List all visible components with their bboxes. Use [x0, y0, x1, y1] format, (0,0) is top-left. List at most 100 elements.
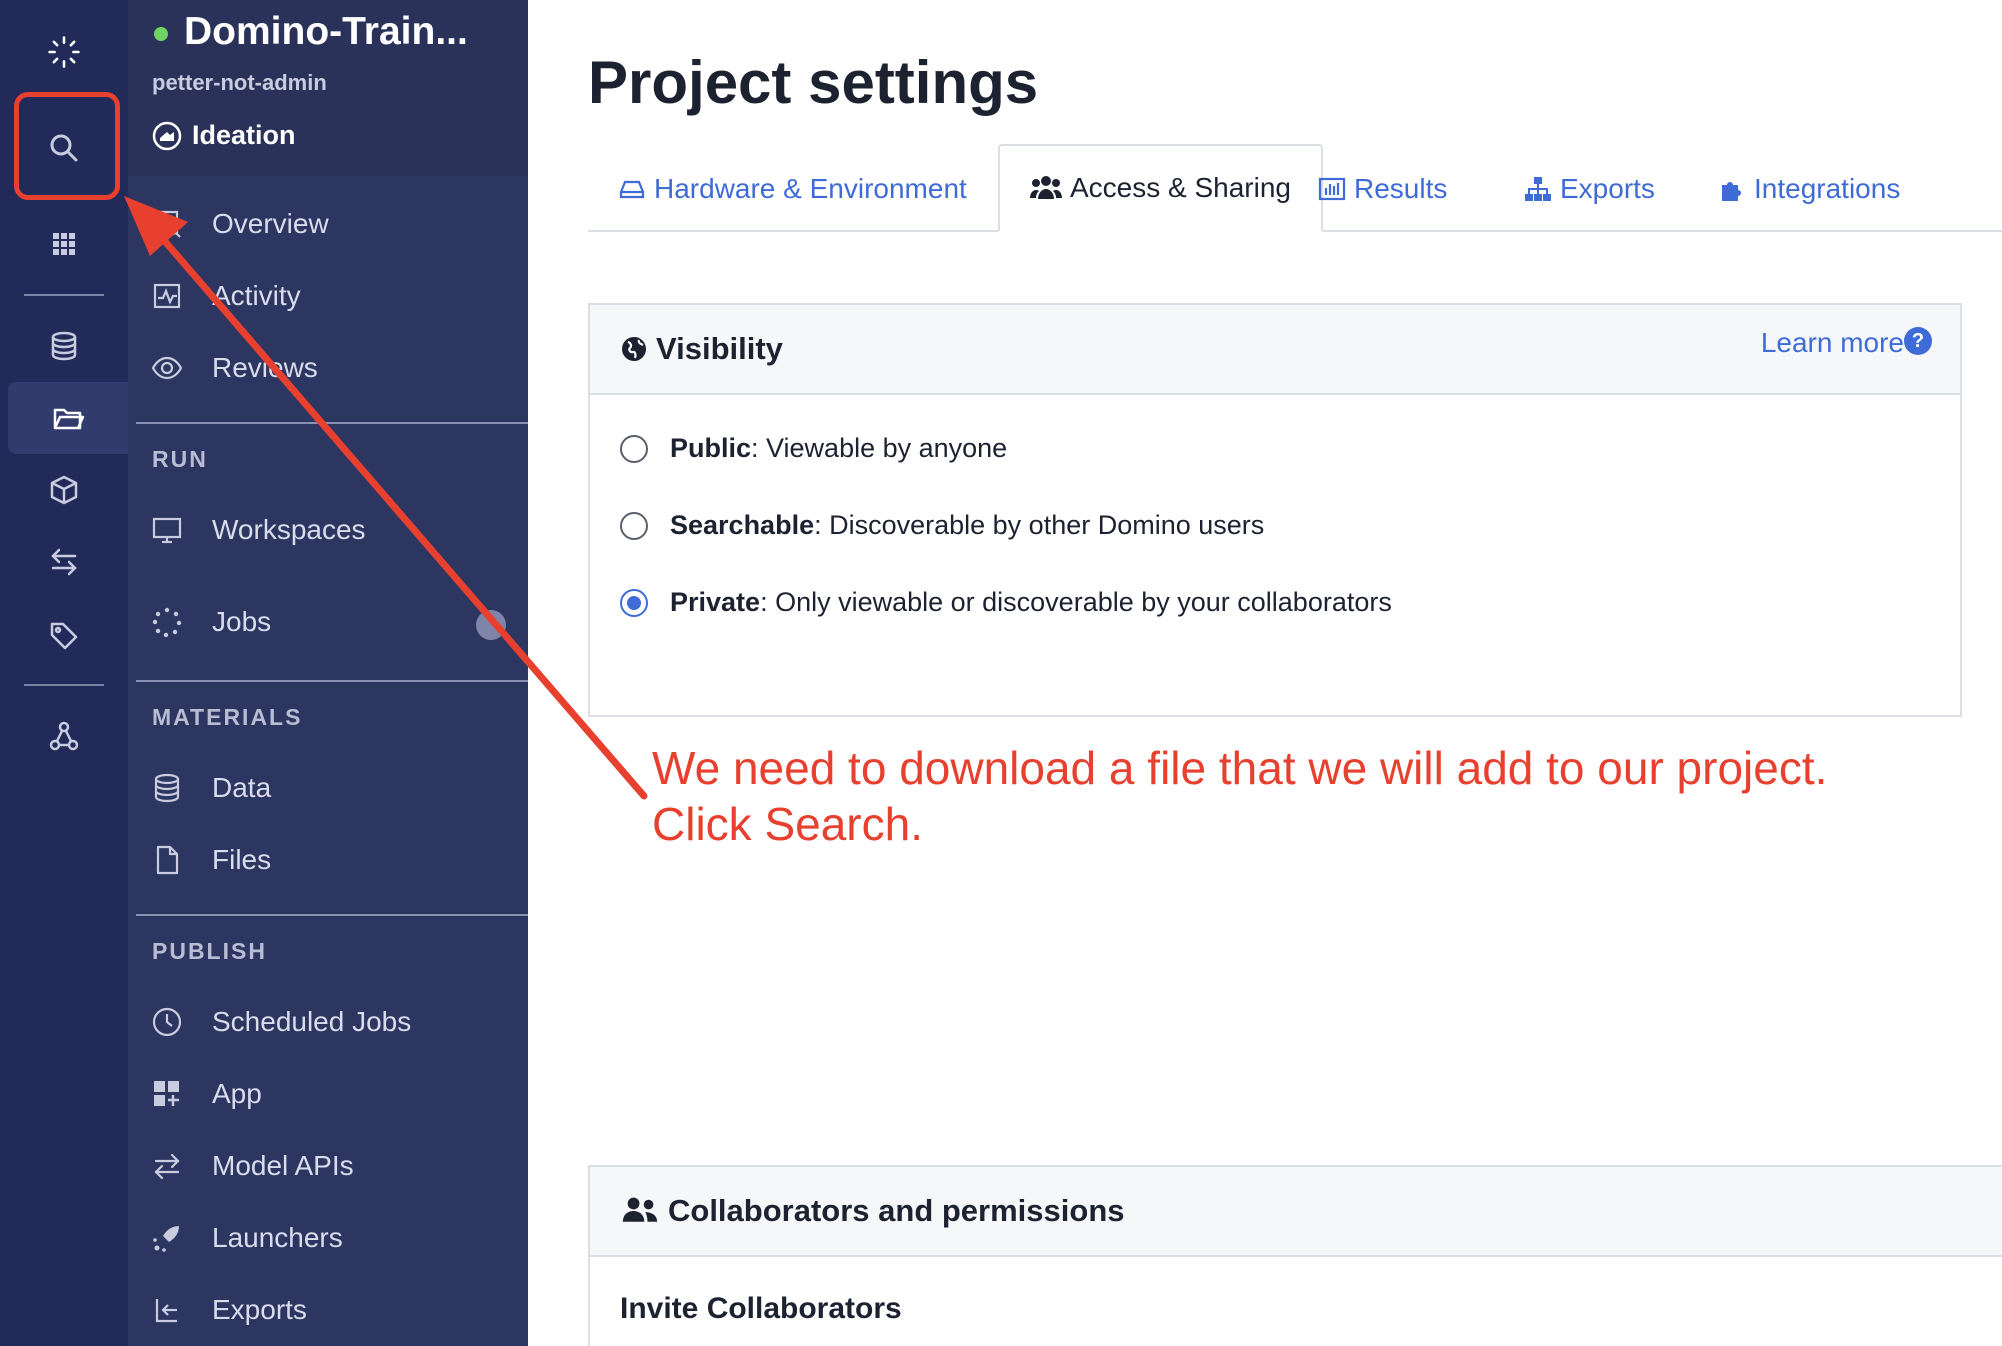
sidebar-item-data[interactable]: Data — [128, 760, 528, 816]
tab-integrations[interactable]: Integrations — [1718, 146, 1900, 232]
sidebar-item-label: Exports — [212, 1294, 307, 1325]
tab-label: Access & Sharing — [1070, 172, 1291, 203]
radio-public[interactable] — [620, 434, 648, 463]
tab-access-sharing[interactable]: Access & Sharing — [998, 144, 1323, 232]
settings-tabs: Hardware & Environment Access & Sharing … — [588, 144, 2002, 232]
monitor-icon — [150, 513, 184, 547]
annotation-line-1: We need to download a file that we will … — [652, 742, 1828, 794]
sidebar-item-label: Model APIs — [212, 1150, 354, 1181]
sidebar-item-label: App — [212, 1078, 262, 1109]
option-description: : Viewable by anyone — [751, 433, 1008, 463]
apps-grid-icon[interactable] — [0, 214, 128, 274]
invite-collaborators-heading: Invite Collaborators — [620, 1292, 902, 1325]
app-icon — [150, 1077, 184, 1111]
database-icon — [150, 771, 184, 805]
activity-icon — [150, 279, 184, 313]
annotation-text: We need to download a file that we will … — [652, 740, 1827, 852]
sidebar-item-activity[interactable]: Activity — [128, 268, 528, 324]
main-content: Project settings Hardware & Environment … — [528, 0, 2002, 1346]
sidebar-item-exports[interactable]: Exports — [128, 1282, 528, 1338]
visibility-title-text: Visibility — [656, 331, 783, 366]
visibility-option-private[interactable]: Private : Only viewable or discoverable … — [620, 587, 1392, 618]
sidebar-item-label: Jobs — [212, 606, 272, 637]
help-icon[interactable]: ? — [1904, 327, 1932, 355]
sidebar-divider — [136, 422, 528, 424]
sidebar-item-launchers[interactable]: Launchers — [128, 1210, 528, 1266]
visibility-panel-header: Visibility Learn more ? — [590, 305, 1960, 395]
jobs-spinner-icon — [150, 605, 184, 639]
tab-exports[interactable]: Exports — [1524, 146, 1655, 232]
icon-rail — [0, 0, 128, 1346]
search-highlight-box — [14, 92, 120, 200]
collaborators-panel-header: Collaborators and permissions — [590, 1167, 2002, 1257]
section-run-label: RUN — [152, 446, 208, 472]
option-description: : Discoverable by other Domino users — [814, 510, 1265, 540]
rail-divider — [24, 294, 104, 296]
tab-label: Results — [1354, 173, 1448, 204]
tab-label: Hardware & Environment — [654, 173, 967, 204]
projects-folder-icon[interactable] — [8, 382, 128, 454]
rail-divider — [24, 684, 104, 686]
learn-more-link[interactable]: Learn more — [1761, 327, 1904, 359]
project-sidebar: Domino-Train... petter-not-admin Ideatio… — [128, 0, 528, 1346]
sidebar-item-label: Files — [212, 844, 272, 875]
sitemap-icon — [1525, 177, 1551, 201]
option-label: Private — [670, 587, 761, 617]
sidebar-item-label: Launchers — [212, 1222, 343, 1253]
sidebar-item-label: Scheduled Jobs — [212, 1006, 412, 1037]
sidebar-item-files[interactable]: Files — [128, 832, 528, 888]
visibility-option-searchable[interactable]: Searchable : Discoverable by other Domin… — [620, 510, 1264, 541]
radio-searchable[interactable] — [620, 511, 648, 540]
hardware-icon — [619, 180, 645, 199]
option-description: : Only viewable or discoverable by your … — [760, 587, 1392, 617]
sidebar-item-reviews[interactable]: Reviews — [128, 340, 528, 396]
project-owner[interactable]: petter-not-admin — [152, 70, 327, 96]
project-stage[interactable]: Ideation — [192, 120, 296, 151]
project-name[interactable]: Domino-Train... — [184, 10, 468, 54]
visibility-panel: Visibility Learn more ? Public : Viewabl… — [588, 303, 1962, 717]
transfer-arrows-icon[interactable] — [0, 532, 128, 592]
collaborators-panel: Collaborators and permissions Invite Col… — [588, 1165, 2002, 1346]
sidebar-item-label: Overview — [212, 208, 329, 239]
tab-hardware-environment[interactable]: Hardware & Environment — [618, 146, 967, 232]
sidebar-item-scheduled-jobs[interactable]: Scheduled Jobs — [128, 994, 528, 1050]
page-title: Project settings — [588, 49, 1039, 116]
sidebar-divider — [136, 680, 528, 682]
radio-private[interactable] — [620, 588, 648, 617]
sidebar-item-jobs[interactable]: Jobs — [128, 594, 528, 650]
sidebar-item-workspaces[interactable]: Workspaces — [128, 502, 528, 558]
sidebar-item-model-apis[interactable]: Model APIs — [128, 1138, 528, 1194]
tab-label: Exports — [1560, 173, 1655, 204]
file-icon — [150, 843, 184, 877]
status-dot — [154, 27, 168, 41]
clock-icon — [150, 1005, 184, 1039]
stage-icon — [152, 121, 182, 151]
sidebar-item-label: Data — [212, 772, 272, 803]
annotation-line-2: Click Search. — [652, 798, 923, 850]
option-label: Public — [670, 433, 752, 463]
jobs-status-badge — [476, 610, 506, 640]
export-icon — [150, 1293, 184, 1327]
visibility-option-public[interactable]: Public : Viewable by anyone — [620, 433, 1007, 464]
globe-icon — [622, 337, 646, 361]
sidebar-item-label: Workspaces — [212, 514, 366, 545]
users-icon — [622, 1197, 658, 1222]
section-publish-label: PUBLISH — [152, 938, 267, 964]
option-label: Searchable — [670, 510, 815, 540]
data-database-icon[interactable] — [0, 316, 128, 376]
puzzle-icon — [1722, 182, 1741, 201]
collaborators-title: Collaborators and permissions — [620, 1193, 1125, 1229]
users-icon — [1030, 176, 1062, 199]
model-cube-icon[interactable] — [0, 460, 128, 520]
tag-icon[interactable] — [0, 606, 128, 666]
domino-logo-icon[interactable] — [0, 20, 128, 84]
collaborators-title-text: Collaborators and permissions — [668, 1193, 1125, 1228]
sidebar-divider — [136, 914, 528, 916]
rocket-icon — [150, 1221, 184, 1255]
tab-results[interactable]: Results — [1318, 146, 1447, 232]
sidebar-item-app[interactable]: App — [128, 1066, 528, 1122]
project-header: Domino-Train... petter-not-admin Ideatio… — [128, 0, 528, 176]
network-icon[interactable] — [0, 706, 128, 766]
sidebar-item-overview[interactable]: Overview — [128, 196, 528, 252]
chart-icon — [1318, 177, 1346, 201]
